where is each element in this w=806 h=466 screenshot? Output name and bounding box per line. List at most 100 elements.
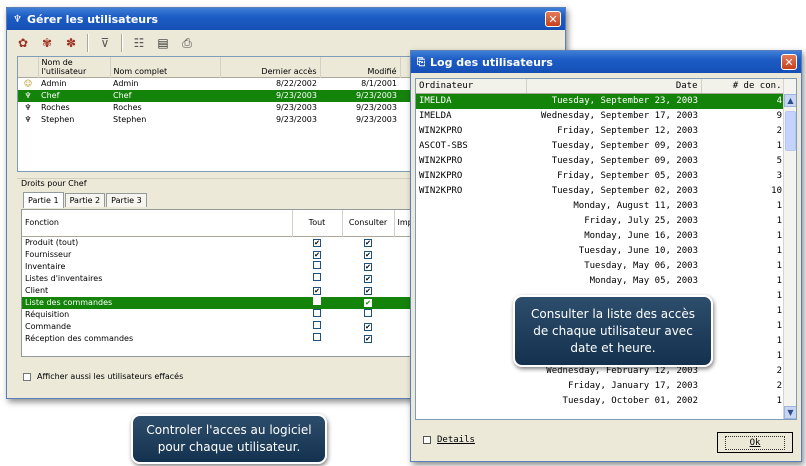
tab-partie-3[interactable]: Partie 3 [106, 193, 147, 207]
consulter-checkbox[interactable]: ✔ [364, 286, 372, 295]
rights-function: Réception des commandes [25, 334, 134, 343]
scroll-up-icon[interactable]: ▲ [784, 94, 796, 107]
col-header-tout[interactable]: Tout [292, 210, 343, 236]
log-list[interactable]: Ordinateur Date # de con. IMELDA Tuesday,… [415, 78, 797, 420]
tout-checkbox[interactable]: ✔ [313, 250, 321, 259]
log-count: 3 [776, 171, 782, 181]
details-checkbox[interactable] [423, 436, 431, 444]
add-user-icon[interactable]: ✿ [13, 33, 33, 53]
consulter-checkbox[interactable]: ✔ [364, 250, 372, 259]
log-computer [416, 304, 526, 319]
delete-user-icon[interactable]: ✽ [61, 33, 81, 53]
col-header-fullname[interactable]: Nom complet [110, 57, 221, 78]
consulter-checkbox[interactable]: ✔ [364, 262, 372, 271]
col-header-login[interactable]: Nom de l'utilisateur [38, 57, 111, 78]
log-scrollbar[interactable]: ▲ ▼ [783, 79, 796, 419]
log-row[interactable]: IMELDA Wednesday, September 17, 2003 9 [416, 109, 785, 124]
col-header-modified[interactable]: Modifié [320, 57, 401, 78]
show-deleted-checkbox[interactable] [23, 372, 31, 381]
log-close-button[interactable]: ✕ [781, 54, 797, 70]
tout-checkbox[interactable]: ✔ [313, 286, 321, 295]
log-count: 1 [776, 321, 782, 331]
log-computer [416, 229, 526, 244]
tab-partie-1[interactable]: Partie 1 [23, 192, 64, 208]
user-login: Chef [38, 90, 110, 102]
col-header-date[interactable]: Date [526, 79, 702, 94]
log-date: Tuesday, October 01, 2002 [562, 396, 698, 406]
rights-consulter-cell: ✔ [342, 236, 394, 249]
consulter-checkbox[interactable]: ✔ [364, 238, 372, 247]
log-row[interactable]: WIN2KPRO Friday, September 05, 2003 3 [416, 169, 785, 184]
consulter-checkbox[interactable]: ✔ [364, 298, 372, 307]
consulter-checkbox[interactable] [364, 308, 372, 317]
log-count: 1 [776, 351, 782, 361]
rights-consulter-cell: ✔ [342, 249, 394, 261]
col-header-consulter[interactable]: Consulter [342, 210, 395, 236]
user-modified: 9/23/2003 [320, 90, 400, 102]
filter-icon[interactable]: ⊽ [95, 33, 115, 53]
consulter-checkbox[interactable]: ✔ [364, 334, 372, 343]
col-header-computer[interactable]: Ordinateur [416, 79, 527, 94]
log-count: 1 [776, 231, 782, 241]
user-fullname: Roches [113, 103, 142, 112]
col-header-last-access[interactable]: Dernier accès [220, 57, 321, 78]
ok-button[interactable]: Ok [717, 432, 793, 453]
tout-checkbox[interactable] [313, 260, 321, 269]
rights-tout-cell: ✔ [292, 236, 342, 249]
close-button[interactable]: ✕ [545, 11, 561, 27]
log-row[interactable]: WIN2KPRO Tuesday, September 02, 2003 10 [416, 184, 785, 199]
log-row[interactable]: Friday, January 17, 2003 2 [416, 379, 785, 394]
log-row[interactable]: WIN2KPRO Tuesday, September 09, 2003 5 [416, 154, 785, 169]
rights-consulter-cell: ✔ [342, 273, 394, 285]
rights-tout-cell [292, 320, 342, 333]
log-window-icon: ⎘ [417, 56, 425, 68]
tab-partie-2[interactable]: Partie 2 [64, 193, 106, 207]
log-icon[interactable]: ▤ [153, 33, 173, 53]
rights-icon[interactable]: ☷ [129, 33, 149, 53]
scroll-down-icon[interactable]: ▼ [784, 406, 796, 419]
rights-function: Client [25, 286, 49, 295]
rights-tout-cell [292, 260, 342, 273]
log-row[interactable]: Tuesday, June 10, 2003 1 [416, 244, 785, 259]
log-window-title: Log des utilisateurs [430, 55, 553, 69]
log-row[interactable]: Tuesday, October 01, 2002 1 [416, 394, 785, 409]
tout-checkbox[interactable]: ✔ [313, 238, 321, 247]
toolbar-separator [121, 34, 123, 52]
col-header-function[interactable]: Fonction [22, 210, 293, 236]
tout-checkbox[interactable] [313, 296, 321, 305]
log-count: 2 [776, 381, 782, 391]
details-option[interactable]: Details [423, 435, 475, 445]
tout-checkbox[interactable] [313, 272, 321, 281]
log-date: Tuesday, May 06, 2003 [584, 261, 698, 271]
users-window-titlebar[interactable]: ♆ Gérer les utilisateurs ✕ [7, 8, 565, 30]
tout-checkbox[interactable] [313, 308, 321, 317]
edit-user-icon[interactable]: ✾ [37, 33, 57, 53]
print-icon[interactable]: ⎙ [177, 33, 197, 53]
log-row[interactable]: Monday, May 05, 2003 1 [416, 274, 785, 289]
rights-tout-cell [292, 332, 342, 345]
show-deleted-option[interactable]: Afficher aussi les utilisateurs effacés [23, 372, 183, 381]
col-header-count[interactable]: # de con. [701, 79, 786, 94]
log-row[interactable]: Monday, June 16, 2003 1 [416, 229, 785, 244]
user-login: Admin [41, 79, 67, 88]
log-window-titlebar[interactable]: ⎘ Log des utilisateurs ✕ [411, 51, 801, 73]
log-row[interactable]: ASCOT-SBS Tuesday, September 09, 2003 1 [416, 139, 785, 154]
rights-function: Liste des commandes [22, 296, 292, 309]
log-row[interactable]: IMELDA Tuesday, September 23, 2003 4 [416, 93, 785, 109]
log-count: 1 [776, 336, 782, 346]
rights-consulter-cell [342, 308, 394, 321]
log-row[interactable]: Tuesday, May 06, 2003 1 [416, 259, 785, 274]
tout-checkbox[interactable] [313, 320, 321, 329]
tout-checkbox[interactable] [313, 332, 321, 341]
icon-col-header[interactable] [18, 57, 39, 78]
rights-function: Commande [25, 322, 72, 331]
log-row[interactable]: Friday, July 25, 2003 1 [416, 214, 785, 229]
log-computer: WIN2KPRO [419, 171, 463, 181]
scroll-thumb[interactable] [785, 111, 796, 151]
log-computer [416, 349, 526, 364]
log-row[interactable]: Monday, August 11, 2003 1 [416, 199, 785, 214]
log-count: 1 [776, 141, 782, 151]
log-row[interactable]: WIN2KPRO Friday, September 12, 2003 2 [416, 124, 785, 139]
consulter-checkbox[interactable]: ✔ [364, 274, 372, 283]
consulter-checkbox[interactable]: ✔ [364, 322, 372, 331]
